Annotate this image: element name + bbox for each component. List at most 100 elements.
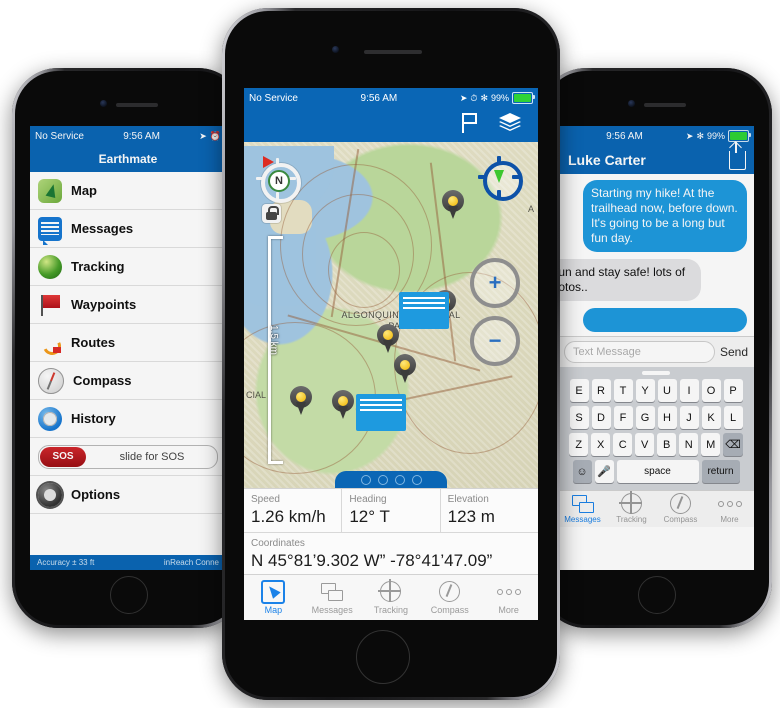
menu-item-routes[interactable]: Routes [30,324,226,362]
center-phone-screen: No Service 9:56 AM ➤ ⏱ ✻ 99% ALGONQUIN A… [244,88,538,620]
microphone-icon[interactable]: 🎤 [594,460,614,483]
tab-label: Compass [430,604,469,615]
menu-item-messages[interactable]: Messages [30,210,226,248]
onscreen-keyboard: E R T Y U I O P S D F G H J K L Z X C V … [558,367,754,490]
tab-messages[interactable]: Messages [303,575,362,620]
key[interactable]: S [569,406,589,429]
layers-icon[interactable] [498,112,522,139]
tracking-crosshair-icon [378,579,402,603]
key[interactable]: E [569,379,589,402]
keyboard-row-3: Z X C V B N M ⌫ [560,433,752,456]
tab-compass[interactable]: Compass [420,575,479,620]
key[interactable]: N [679,433,699,456]
tab-compass[interactable]: Compass [656,491,705,527]
key[interactable]: R [591,379,611,402]
tab-map[interactable]: Map [244,575,303,620]
menu-item-tracking[interactable]: Tracking [30,248,226,286]
send-button[interactable]: Send [720,345,748,359]
page-dot[interactable] [377,474,388,485]
tab-label: Compass [663,514,698,524]
space-key[interactable]: space [616,460,699,483]
status-bar: No Service 9:56 AM ➤ ⏰ [30,126,226,146]
menu-item-history[interactable]: History [30,400,226,438]
home-button[interactable] [356,630,410,684]
page-dot[interactable] [360,474,371,485]
map-canvas[interactable]: ALGONQUIN PROVINCIAL PARK A CIAL N 1.5 k… [244,142,538,488]
left-phone-device: No Service 9:56 AM ➤ ⏰ Earthmate Map Mes… [12,68,244,628]
backspace-icon[interactable]: ⌫ [723,433,743,456]
key[interactable]: O [701,379,721,402]
waypoint-pin[interactable] [332,390,354,420]
key[interactable]: D [591,406,611,429]
key[interactable]: G [635,406,655,429]
key[interactable]: V [635,433,655,456]
status-time: 9:56 AM [606,130,643,142]
key[interactable]: L [723,406,743,429]
key[interactable]: J [679,406,699,429]
sos-slider-row[interactable]: SOS slide for SOS [30,438,226,476]
tab-label: Messages [311,604,353,615]
return-key[interactable]: return [701,460,740,483]
left-status-footer: Accuracy ± 33 ft inReach Conne [30,555,226,570]
sos-slider-track[interactable]: SOS slide for SOS [38,444,218,469]
key[interactable]: Z [569,433,589,456]
alarm-icon: ⏱ [470,92,478,103]
more-dots-icon [717,495,742,513]
share-icon[interactable] [729,142,746,170]
telemetry-cell-coordinates: Coordinates N 45°81’9.302 W” -78°41’47.0… [244,532,538,576]
home-button[interactable] [110,576,148,614]
location-arrow-icon: ➤ [685,130,694,141]
status-time: 9:56 AM [360,92,398,104]
zoom-in-button[interactable]: + [470,258,520,308]
message-pin[interactable] [399,292,449,329]
waypoint-pin[interactable] [290,386,312,416]
lock-icon[interactable] [262,204,281,223]
key[interactable]: K [701,406,721,429]
menu-item-compass[interactable]: Compass [30,362,226,400]
locate-me-icon[interactable] [478,156,523,201]
left-phone-screen: No Service 9:56 AM ➤ ⏰ Earthmate Map Mes… [30,126,226,570]
key[interactable]: B [657,433,677,456]
key[interactable]: Y [635,379,655,402]
key[interactable]: X [591,433,611,456]
tab-messages[interactable]: Messages [558,491,607,527]
waypoint-pin[interactable] [442,190,464,220]
page-dot[interactable] [394,474,405,485]
text-message-input[interactable]: Text Message [564,341,715,363]
tab-tracking[interactable]: Tracking [362,575,421,620]
zoom-out-button[interactable]: − [470,316,520,366]
keyboard-grabber[interactable] [642,371,670,375]
key[interactable]: M [701,433,721,456]
emoji-icon[interactable]: ☺ [572,460,592,483]
menu-item-waypoints[interactable]: Waypoints [30,286,226,324]
compass-rose-icon[interactable]: N [256,154,302,203]
tab-label: Tracking [616,514,647,524]
key[interactable]: H [657,406,677,429]
home-button[interactable] [638,576,676,614]
data-panel-page-indicator[interactable] [335,471,447,488]
key[interactable]: T [613,379,633,402]
sos-button[interactable]: SOS [40,446,86,467]
flag-icon[interactable] [460,112,480,139]
battery-icon [512,92,535,104]
earpiece-speaker [364,50,422,54]
key[interactable]: U [657,379,677,402]
main-menu-list: Map Messages Tracking Waypoints Routes C… [30,172,226,514]
tab-more[interactable]: More [705,491,754,527]
messages-icon [571,494,594,513]
message-pin[interactable] [356,394,406,431]
page-dot[interactable] [411,474,422,485]
tab-more[interactable]: More [479,575,538,620]
compass-tick [256,177,264,180]
key[interactable]: C [613,433,633,456]
status-bar: No Service 9:56 AM ➤ ⏱ ✻ 99% [244,88,538,108]
menu-item-options[interactable]: Options [30,476,226,514]
left-navbar: Earthmate [30,146,226,172]
key[interactable]: I [679,379,699,402]
key[interactable]: F [613,406,633,429]
menu-item-map[interactable]: Map [30,172,226,210]
key[interactable]: P [723,379,743,402]
waypoint-pin[interactable] [394,354,416,384]
tab-tracking[interactable]: Tracking [607,491,656,527]
waypoint-pin[interactable] [377,324,399,354]
